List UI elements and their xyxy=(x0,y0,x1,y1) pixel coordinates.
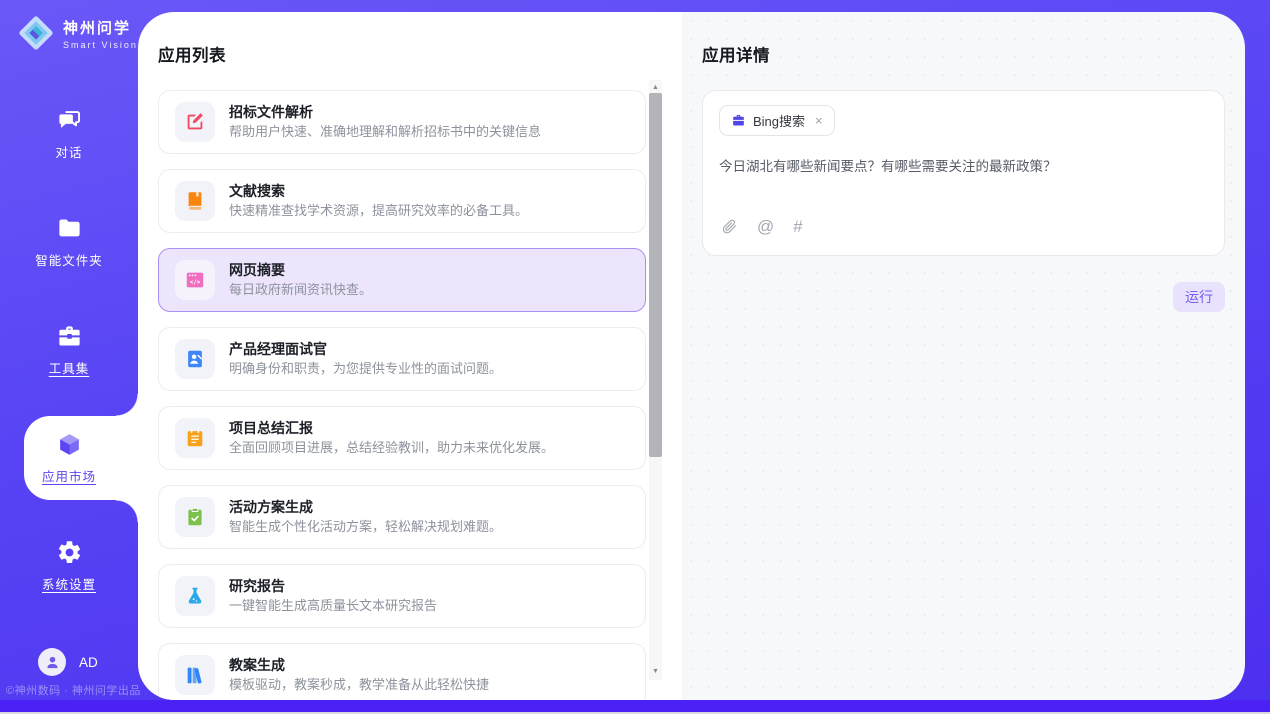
brand-subtitle: Smart Vision xyxy=(63,40,138,50)
sidebar-item-chat[interactable]: 对话 xyxy=(0,80,138,188)
sidebar-item-label: 工具集 xyxy=(49,358,90,377)
books-icon xyxy=(175,655,215,695)
user-name: AD xyxy=(79,655,98,670)
user-profile[interactable]: AD xyxy=(38,648,98,676)
app-card-desc: 每日政府新闻资讯快查。 xyxy=(229,282,372,299)
folder-icon xyxy=(56,215,83,242)
briefcase-icon xyxy=(731,113,746,128)
hash-icon[interactable]: # xyxy=(793,218,802,235)
app-detail-title: 应用详情 xyxy=(702,42,1225,66)
app-card-desc: 一键智能生成高质量长文本研究报告 xyxy=(229,598,437,615)
sidebar-nav: 对话智能文件夹工具集应用市场系统设置 xyxy=(0,80,138,620)
book-icon xyxy=(175,181,215,221)
app-card-text: 招标文件解析帮助用户快速、准确地理解和解析招标书中的关键信息 xyxy=(229,103,541,141)
app-list-title: 应用列表 xyxy=(158,42,662,66)
chat-icon xyxy=(56,107,83,134)
web-code-icon: </> xyxy=(175,260,215,300)
brand-name: 神州问学 xyxy=(63,17,138,38)
sidebar-item-label: 对话 xyxy=(55,142,82,161)
tool-chip-row: Bing搜索 × xyxy=(719,105,1208,136)
flask-icon xyxy=(175,576,215,616)
sidebar-item-label: 应用市场 xyxy=(42,466,96,485)
app-card-title: 教案生成 xyxy=(229,656,489,674)
query-text[interactable]: 今日湖北有哪些新闻要点？有哪些需要关注的最新政策？ xyxy=(719,158,1208,218)
run-row: 运行 xyxy=(702,282,1225,312)
sidebar-item-label: 系统设置 xyxy=(42,574,96,593)
app-card-text: 项目总结汇报全面回顾项目进展，总结经验教训，助力未来优化发展。 xyxy=(229,419,554,457)
sidebar: 神州问学 Smart Vision 对话智能文件夹工具集应用市场系统设置 AD … xyxy=(0,0,138,714)
app-card[interactable]: 项目总结汇报全面回顾项目进展，总结经验教训，助力未来优化发展。 xyxy=(158,406,646,470)
app-card-text: 网页摘要每日政府新闻资讯快查。 xyxy=(229,261,372,299)
app-card-desc: 明确身份和职责，为您提供专业性的面试问题。 xyxy=(229,361,502,378)
app-card[interactable]: 教案生成模板驱动，教案秒成，教学准备从此轻松快捷 xyxy=(158,643,646,700)
app-card[interactable]: 招标文件解析帮助用户快速、准确地理解和解析招标书中的关键信息 xyxy=(158,90,646,154)
app-card-desc: 帮助用户快速、准确地理解和解析招标书中的关键信息 xyxy=(229,124,541,141)
tab-curve xyxy=(116,500,138,522)
avatar xyxy=(38,648,66,676)
sidebar-item-toolset[interactable]: 工具集 xyxy=(0,296,138,404)
app-card-title: 网页摘要 xyxy=(229,261,372,279)
copyright-footer: ©神州数码 · 神州问学出品 xyxy=(6,682,141,698)
gear-icon xyxy=(56,539,83,566)
app-list-panel: 应用列表 招标文件解析帮助用户快速、准确地理解和解析招标书中的关键信息文献搜索快… xyxy=(138,12,682,700)
tab-curve xyxy=(116,394,138,416)
app-detail-panel: 应用详情 Bing搜索 × 今日湖北有哪些新闻要点？有哪些需要关注的最新政策？ … xyxy=(682,12,1245,700)
scroll-down-icon[interactable]: ▼ xyxy=(649,667,662,677)
app-card-title: 活动方案生成 xyxy=(229,498,502,516)
sidebar-item-label: 智能文件夹 xyxy=(35,250,103,269)
tool-chip-bing[interactable]: Bing搜索 × xyxy=(719,105,835,136)
app-card-list: 招标文件解析帮助用户快速、准确地理解和解析招标书中的关键信息文献搜索快速精准查找… xyxy=(158,90,646,700)
app-card[interactable]: </> 网页摘要每日政府新闻资讯快查。 xyxy=(158,248,646,312)
at-icon[interactable]: @ xyxy=(757,218,774,235)
app-card-title: 产品经理面试官 xyxy=(229,340,502,358)
brand-logo: 神州问学 Smart Vision xyxy=(16,13,138,53)
app-card[interactable]: 活动方案生成智能生成个性化活动方案，轻松解决规划难题。 xyxy=(158,485,646,549)
app-card-text: 文献搜索快速精准查找学术资源，提高研究效率的必备工具。 xyxy=(229,182,528,220)
app-card-desc: 智能生成个性化活动方案，轻松解决规划难题。 xyxy=(229,519,502,536)
paperclip-icon[interactable] xyxy=(721,218,738,235)
app-card-title: 项目总结汇报 xyxy=(229,419,554,437)
app-card-desc: 全面回顾项目进展，总结经验教训，助力未来优化发展。 xyxy=(229,440,554,457)
app-card[interactable]: 文献搜索快速精准查找学术资源，提高研究效率的必备工具。 xyxy=(158,169,646,233)
app-card-text: 研究报告一键智能生成高质量长文本研究报告 xyxy=(229,577,437,615)
app-card-text: 产品经理面试官明确身份和职责，为您提供专业性的面试问题。 xyxy=(229,340,502,378)
app-card[interactable]: 产品经理面试官明确身份和职责，为您提供专业性的面试问题。 xyxy=(158,327,646,391)
app-card[interactable]: 研究报告一键智能生成高质量长文本研究报告 xyxy=(158,564,646,628)
app-card-desc: 模板驱动，教案秒成，教学准备从此轻松快捷 xyxy=(229,677,489,694)
app-card-desc: 快速精准查找学术资源，提高研究效率的必备工具。 xyxy=(229,203,528,220)
sidebar-item-smart-folder[interactable]: 智能文件夹 xyxy=(0,188,138,296)
interview-doc-icon xyxy=(175,339,215,379)
app-card-text: 活动方案生成智能生成个性化活动方案，轻松解决规划难题。 xyxy=(229,498,502,536)
clipboard-check-icon xyxy=(175,497,215,537)
scroll-up-icon[interactable]: ▲ xyxy=(649,83,662,93)
report-note-icon xyxy=(175,418,215,458)
app-card-title: 研究报告 xyxy=(229,577,437,595)
close-icon[interactable]: × xyxy=(815,113,823,128)
sidebar-item-app-market[interactable]: 应用市场 xyxy=(0,404,138,512)
brand-text: 神州问学 Smart Vision xyxy=(63,17,138,50)
tool-chip-label: Bing搜索 xyxy=(753,111,805,130)
edit-doc-icon xyxy=(175,102,215,142)
scrollbar[interactable]: ▲ ▼ xyxy=(649,80,662,680)
toolbox-icon xyxy=(56,323,83,350)
prompt-card: Bing搜索 × 今日湖北有哪些新闻要点？有哪些需要关注的最新政策？ @# xyxy=(702,90,1225,256)
sidebar-item-settings[interactable]: 系统设置 xyxy=(0,512,138,620)
cube-icon xyxy=(56,431,83,458)
scrollbar-thumb[interactable] xyxy=(649,93,662,457)
svg-text:</>: </> xyxy=(190,280,201,286)
brand-diamond-icon xyxy=(16,13,56,53)
app-card-title: 招标文件解析 xyxy=(229,103,541,121)
run-button[interactable]: 运行 xyxy=(1173,282,1225,312)
app-card-text: 教案生成模板驱动，教案秒成，教学准备从此轻松快捷 xyxy=(229,656,489,694)
composer-toolbar: @# xyxy=(719,218,1208,241)
bottom-frame xyxy=(0,700,1270,712)
content-area: 应用列表 招标文件解析帮助用户快速、准确地理解和解析招标书中的关键信息文献搜索快… xyxy=(138,12,1245,700)
app-card-title: 文献搜索 xyxy=(229,182,528,200)
